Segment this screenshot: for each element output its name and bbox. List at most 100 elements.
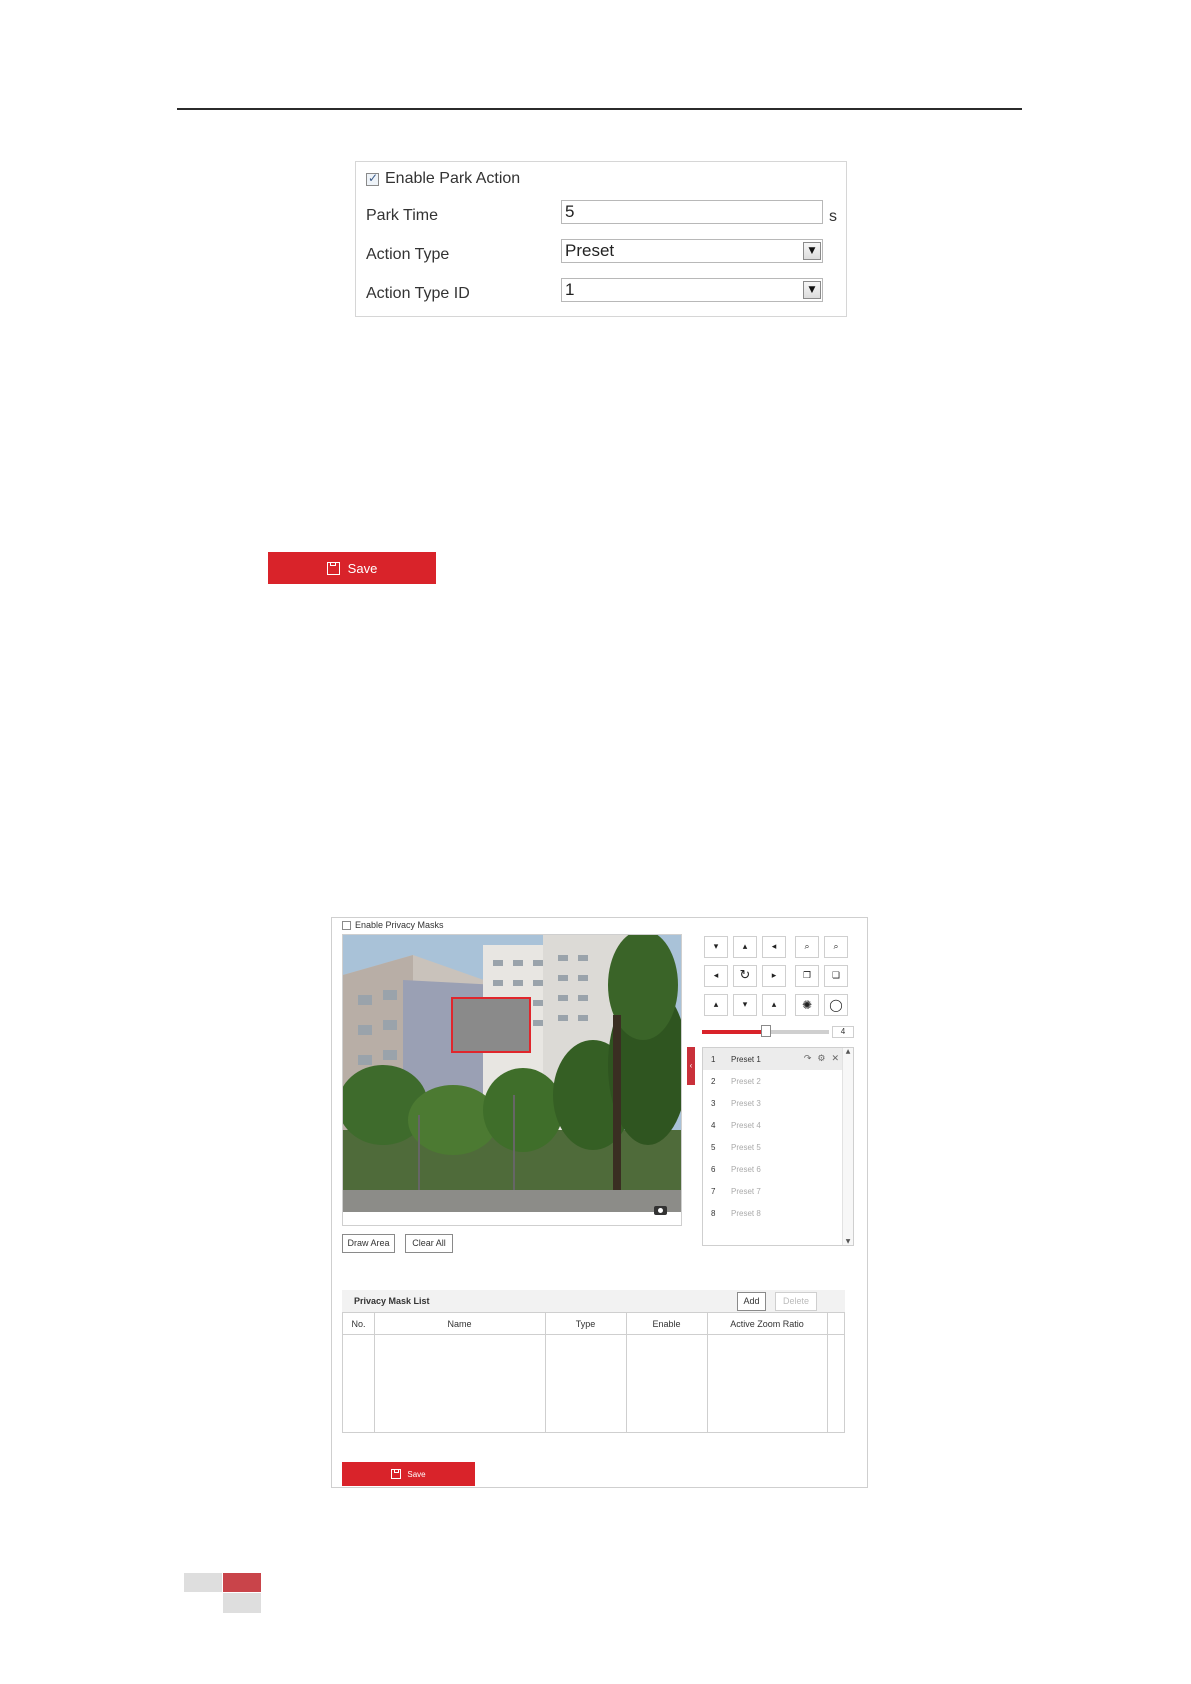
save-button-label: Save [347, 560, 378, 576]
preset-item[interactable]: 8 Preset 8 [703, 1202, 843, 1224]
pan-right-icon[interactable]: ▸ [762, 965, 786, 987]
chevron-down-icon[interactable]: ▼ [803, 281, 821, 299]
preset-name: Preset 4 [731, 1120, 761, 1130]
preset-number: 3 [711, 1098, 716, 1108]
ptz-speed-value: 4 [832, 1026, 854, 1038]
footer-decoration [184, 1573, 222, 1592]
park-action-panel: Enable Park Action Park Time 5 s Action … [355, 161, 847, 317]
iris-close-icon[interactable]: ◯ [824, 994, 848, 1016]
ptz-speed-slider[interactable] [702, 1025, 829, 1037]
save-icon [391, 1469, 402, 1479]
preset-number: 5 [711, 1142, 716, 1152]
save-button[interactable]: Save [342, 1462, 475, 1486]
camera-icon[interactable] [654, 1206, 667, 1215]
enable-park-action-label: Enable Park Action [385, 170, 521, 187]
zoom-in-icon[interactable]: ⌕ [824, 936, 848, 958]
preset-item[interactable]: 2 Preset 2 [703, 1070, 843, 1092]
ptz-speed-handle[interactable] [760, 1025, 771, 1037]
save-button-label: Save [407, 1469, 426, 1479]
live-view[interactable] [342, 934, 682, 1226]
zoom-out-icon[interactable]: ⌕ [795, 936, 819, 958]
column-divider [827, 1313, 828, 1432]
preset-number: 1 [711, 1054, 716, 1064]
add-button[interactable]: Add [737, 1292, 766, 1311]
action-type-select[interactable]: Preset ▼ [561, 239, 823, 263]
preset-actions: ↷ ⚙ ✕ [804, 1054, 843, 1064]
preset-item[interactable]: 1 Preset 1 ↷ ⚙ ✕ [703, 1048, 843, 1070]
footer-decoration [223, 1573, 261, 1592]
enable-park-action-checkbox[interactable] [366, 171, 379, 186]
pan-up-right-icon[interactable]: ◂ [762, 936, 786, 958]
pan-down-icon[interactable]: ▾ [733, 994, 757, 1016]
focus-near-icon[interactable]: ❐ [795, 965, 819, 987]
camera-scene [343, 935, 681, 1212]
privacy-mask-panel: Enable Privacy Masks ‹ ▾ ▴ ◂ ◂ ↻ ▸ ▴ ▾ ▴… [331, 917, 868, 1488]
scene-drawing [343, 935, 681, 1212]
clear-all-button[interactable]: Clear All [405, 1234, 453, 1253]
action-type-id-label: Action Type ID [366, 285, 470, 302]
park-time-value: 5 [565, 202, 575, 221]
pan-down-right-icon[interactable]: ▴ [762, 994, 786, 1016]
privacy-mask-list-title: Privacy Mask List [354, 1296, 430, 1306]
column-divider [374, 1313, 375, 1432]
enable-park-action-row[interactable]: Enable Park Action [366, 170, 520, 188]
column-divider [626, 1313, 627, 1432]
header-rule [177, 108, 1022, 110]
call-preset-icon[interactable]: ↷ [804, 1054, 812, 1064]
preset-list: 1 Preset 1 ↷ ⚙ ✕ 2 Preset 2 3 Preset 3 4… [702, 1047, 854, 1246]
preset-item[interactable]: 7 Preset 7 [703, 1180, 843, 1202]
preset-name: Preset 3 [731, 1098, 761, 1108]
scroll-up-icon[interactable]: ▲ [843, 1048, 853, 1055]
auto-rotate-icon[interactable]: ↻ [733, 965, 757, 987]
preset-name: Preset 2 [731, 1076, 761, 1086]
preset-item[interactable]: 5 Preset 5 [703, 1136, 843, 1158]
preset-name: Preset 6 [731, 1164, 761, 1174]
column-header-name: Name [447, 1319, 472, 1329]
preset-item[interactable]: 6 Preset 6 [703, 1158, 843, 1180]
ptz-speed-fill [702, 1030, 766, 1034]
gear-icon[interactable]: ⚙ [817, 1054, 825, 1064]
pan-left-icon[interactable]: ◂ [704, 965, 728, 987]
delete-button[interactable]: Delete [775, 1292, 817, 1311]
preset-item[interactable]: 3 Preset 3 [703, 1092, 843, 1114]
action-type-label: Action Type [366, 246, 450, 263]
collapse-panel-tab[interactable]: ‹ [687, 1047, 695, 1085]
column-header-no: No. [351, 1319, 366, 1329]
close-icon[interactable]: ✕ [831, 1054, 839, 1064]
action-type-id-select[interactable]: 1 ▼ [561, 278, 823, 302]
enable-privacy-masks-checkbox[interactable] [342, 920, 351, 930]
preset-name: Preset 8 [731, 1208, 761, 1218]
iris-open-icon[interactable]: ✺ [795, 994, 819, 1016]
pan-up-left-icon[interactable]: ▾ [704, 936, 728, 958]
preset-name: Preset 5 [731, 1142, 761, 1152]
preset-number: 4 [711, 1120, 716, 1130]
preset-item[interactable]: 4 Preset 4 [703, 1114, 843, 1136]
scroll-down-icon[interactable]: ▼ [843, 1238, 853, 1245]
park-time-unit: s [829, 208, 837, 225]
preset-number: 6 [711, 1164, 716, 1174]
privacy-mask-table: No. Name Type Enable Active Zoom Ratio [342, 1312, 845, 1433]
save-icon [326, 561, 340, 575]
pan-up-icon[interactable]: ▴ [733, 936, 757, 958]
enable-privacy-masks-row[interactable]: Enable Privacy Masks [342, 920, 444, 930]
column-header-type: Type [575, 1319, 596, 1329]
park-time-input[interactable]: 5 [561, 200, 823, 224]
preset-number: 8 [711, 1208, 716, 1218]
draw-area-button[interactable]: Draw Area [342, 1234, 395, 1253]
chevron-down-icon[interactable]: ▼ [803, 242, 821, 260]
preset-name: Preset 1 [731, 1054, 761, 1064]
action-type-id-value: 1 [565, 280, 575, 299]
preset-list-scrollbar[interactable]: ▲ ▼ [842, 1048, 853, 1245]
column-divider [545, 1313, 546, 1432]
privacy-mask-area[interactable] [451, 997, 531, 1053]
preset-number: 7 [711, 1186, 716, 1196]
preset-number: 2 [711, 1076, 716, 1086]
focus-far-icon[interactable]: ❏ [824, 965, 848, 987]
pan-down-left-icon[interactable]: ▴ [704, 994, 728, 1016]
footer-decoration [223, 1593, 261, 1613]
action-type-value: Preset [565, 241, 615, 260]
privacy-mask-list-header: Privacy Mask List Add Delete [342, 1290, 845, 1312]
column-header-enable: Enable [652, 1319, 681, 1329]
save-button[interactable]: Save [268, 552, 436, 584]
preset-name: Preset 7 [731, 1186, 761, 1196]
